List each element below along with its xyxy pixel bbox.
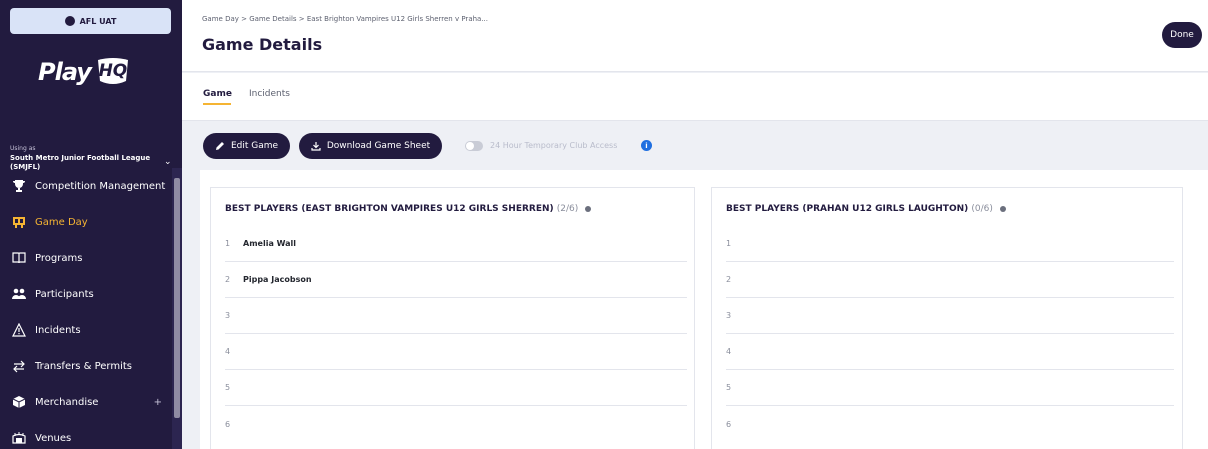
- best-players-away-heading: BEST PLAYERS (PRAHAN U12 GIRLS LAUGHTON): [726, 204, 969, 214]
- nav-item-programs[interactable]: Programs: [0, 240, 172, 276]
- row-number: 3: [726, 311, 732, 320]
- best-players-away-count: (0/6): [971, 204, 993, 214]
- nav-label: Game Day: [35, 216, 88, 228]
- best-players-home-card: BEST PLAYERS (EAST BRIGHTON VAMPIRES U12…: [210, 187, 695, 449]
- row-number: 1: [726, 239, 732, 248]
- best-player-row[interactable]: 2 Pippa Jacobson: [225, 262, 687, 298]
- logo-hq-badge: HQ: [94, 57, 132, 87]
- best-player-row[interactable]: 1: [726, 226, 1174, 262]
- logo-hq-text: HQ: [98, 61, 128, 81]
- chevron-down-icon[interactable]: ⌄: [164, 157, 172, 167]
- env-label: AFL UAT: [79, 16, 117, 26]
- best-player-row[interactable]: 2: [726, 262, 1174, 298]
- breadcrumb[interactable]: Game Day > Game Details > East Brighton …: [202, 15, 488, 23]
- row-number: 6: [726, 419, 732, 429]
- environment-badge: AFL UAT: [10, 8, 171, 34]
- sidebar: AFL UAT Play HQ Using as South Metro Jun…: [0, 0, 182, 449]
- nav-item-competition-management[interactable]: Competition Management: [0, 168, 172, 204]
- game-content-panel: BEST PLAYERS (EAST BRIGHTON VAMPIRES U12…: [200, 170, 1208, 449]
- best-player-row[interactable]: 3: [225, 298, 687, 334]
- nav-item-incidents[interactable]: Incidents: [0, 312, 172, 348]
- page-header: Game Day > Game Details > East Brighton …: [182, 0, 1208, 72]
- page-title: Game Details: [202, 35, 323, 54]
- book-icon: [12, 251, 26, 265]
- temporary-access-toggle[interactable]: [465, 141, 483, 151]
- best-player-row[interactable]: 6: [225, 406, 687, 442]
- best-players-home-count: (2/6): [556, 204, 579, 214]
- player-name: Amelia Wall: [243, 239, 297, 248]
- download-icon: [311, 141, 321, 151]
- row-number: 1: [225, 239, 231, 248]
- scoreboard-icon: [12, 215, 26, 229]
- best-players-home-title: BEST PLAYERS (EAST BRIGHTON VAMPIRES U12…: [225, 204, 592, 214]
- row-number: 3: [225, 311, 231, 320]
- info-dot-icon[interactable]: [585, 205, 592, 212]
- row-number: 6: [225, 419, 231, 429]
- nav-label: Participants: [35, 288, 94, 300]
- transfer-icon: [12, 359, 26, 373]
- active-tab-indicator: [203, 103, 231, 105]
- tab-bar: Game Incidents: [182, 73, 1208, 121]
- best-player-row[interactable]: 5: [726, 370, 1174, 406]
- nav-label: Merchandise: [35, 396, 99, 408]
- edit-game-button[interactable]: Edit Game: [203, 133, 290, 159]
- best-player-row[interactable]: 5: [225, 370, 687, 406]
- best-players-away-card: BEST PLAYERS (PRAHAN U12 GIRLS LAUGHTON)…: [711, 187, 1183, 449]
- nav-item-merchandise[interactable]: Merchandise +: [0, 384, 172, 420]
- nav-label: Competition Management: [35, 180, 166, 192]
- trophy-icon: [12, 179, 26, 193]
- using-as-label: Using as: [10, 145, 36, 152]
- row-number: 4: [726, 347, 732, 356]
- edit-game-label: Edit Game: [230, 141, 279, 151]
- nav-item-game-day[interactable]: Game Day: [0, 204, 172, 240]
- row-number: 2: [726, 275, 732, 284]
- logo-play-text: Play: [38, 58, 92, 86]
- row-number: 4: [225, 347, 231, 356]
- download-game-sheet-label: Download Game Sheet: [326, 141, 431, 151]
- nav-item-venues[interactable]: Venues: [0, 420, 172, 449]
- nav-label: Programs: [35, 252, 83, 264]
- temporary-access-label: 24 Hour Temporary Club Access: [490, 141, 618, 150]
- info-dot-icon[interactable]: [1000, 205, 1007, 212]
- warning-icon: [12, 323, 26, 337]
- nav-label: Transfers & Permits: [35, 360, 132, 372]
- player-name: Pippa Jacobson: [243, 275, 312, 284]
- best-players-home-heading: BEST PLAYERS (EAST BRIGHTON VAMPIRES U12…: [225, 204, 554, 214]
- box-icon: [12, 395, 26, 409]
- best-player-row[interactable]: 1 Amelia Wall: [225, 226, 687, 262]
- expand-plus-icon[interactable]: +: [154, 397, 162, 408]
- row-number: 2: [225, 275, 231, 284]
- sidebar-scroll-thumb[interactable]: [174, 178, 180, 418]
- stadium-icon: [12, 431, 26, 445]
- nav-label: Incidents: [35, 324, 81, 336]
- people-icon: [12, 287, 26, 301]
- best-player-row[interactable]: 6: [726, 406, 1174, 442]
- nav-item-transfers-permits[interactable]: Transfers & Permits: [0, 348, 172, 384]
- done-button[interactable]: Done: [1162, 22, 1202, 48]
- tab-game[interactable]: Game: [203, 89, 232, 99]
- best-player-row[interactable]: 4: [726, 334, 1174, 370]
- best-player-row[interactable]: 4: [225, 334, 687, 370]
- playhq-logo[interactable]: Play HQ: [38, 50, 132, 94]
- nav-item-participants[interactable]: Participants: [0, 276, 172, 312]
- nav-label: Venues: [35, 432, 72, 444]
- row-number: 5: [726, 383, 732, 392]
- info-icon[interactable]: i: [641, 140, 652, 151]
- best-player-row[interactable]: 3: [726, 298, 1174, 334]
- tab-incidents[interactable]: Incidents: [249, 89, 290, 99]
- best-players-away-title: BEST PLAYERS (PRAHAN U12 GIRLS LAUGHTON)…: [726, 204, 1007, 214]
- row-number: 5: [225, 383, 231, 392]
- download-game-sheet-button[interactable]: Download Game Sheet: [299, 133, 442, 159]
- pencil-icon: [215, 141, 225, 151]
- env-dot-icon: [64, 16, 75, 26]
